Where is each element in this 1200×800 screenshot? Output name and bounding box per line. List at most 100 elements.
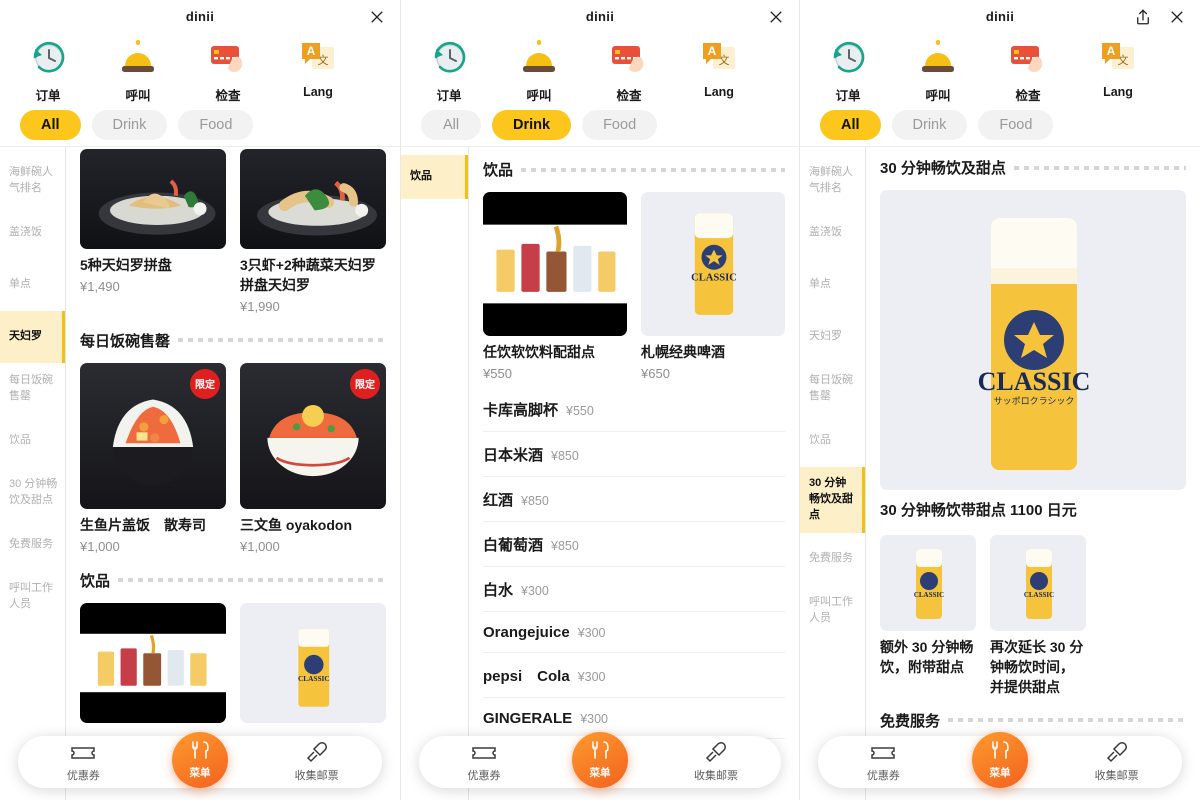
close-icon[interactable] — [1168, 8, 1186, 26]
list-item[interactable]: 白水 ¥300 — [483, 567, 785, 612]
list-item[interactable]: 红酒 ¥850 — [483, 477, 785, 522]
list-item-price: ¥300 — [577, 669, 606, 684]
nav-coupon[interactable]: 优惠券 — [841, 742, 925, 783]
filter-pill-drink[interactable]: Drink — [492, 110, 572, 140]
quick-action-call[interactable]: 呼叫 — [110, 35, 166, 104]
sidebar-item-1[interactable]: 盖浇饭 — [0, 207, 65, 259]
hero-beer-photo[interactable]: CLASSIC サッポロクラシック — [880, 190, 1186, 490]
nav-stamp[interactable]: 收集邮票 — [1075, 741, 1159, 783]
sidebar-item-8[interactable]: 呼叫工作人员 — [800, 585, 865, 637]
sidebar-item-6[interactable]: 30 分钟畅饮及甜点 — [800, 467, 865, 533]
list-item-price: ¥300 — [580, 711, 608, 726]
quick-action-lang[interactable]: 文A Lang — [1090, 35, 1146, 99]
filter-pill-drink[interactable]: Drink — [91, 110, 168, 140]
quick-action-call[interactable]: 呼叫 — [910, 35, 966, 104]
menu-scroll-area[interactable]: 饮品 任饮软饮料配甜点 ¥550 CLASSIC 札幌经典啤酒 ¥650 卡库高… — [469, 147, 799, 800]
menu-card[interactable]: 限定 三文鱼 oyakodon ¥1,000 — [240, 362, 386, 554]
sidebar-item-4[interactable]: 每日饭碗售罄 — [800, 363, 865, 415]
nav-menu[interactable]: 菜单 — [971, 732, 1028, 788]
nav-menu[interactable]: 菜单 — [572, 732, 628, 788]
quick-action-order-label: 订单 — [436, 89, 462, 103]
sidebar-item-0[interactable]: 海鲜碗人气排名 — [0, 155, 65, 207]
drinks-grid-preview: CLASSIC — [80, 602, 386, 723]
menu-card[interactable]: CLASSIC 札幌经典啤酒 ¥650 — [641, 192, 785, 381]
menu-card[interactable]: 3只虾+2种蔬菜天妇罗拼盘天妇罗 ¥1,990 — [240, 149, 386, 314]
nav-stamp[interactable]: 收集邮票 — [275, 741, 359, 783]
nav-coupon[interactable]: 优惠券 — [41, 742, 125, 783]
filter-pill-all[interactable]: All — [421, 110, 481, 140]
sidebar-item-drinks[interactable]: 饮品 — [401, 155, 468, 199]
sidebar-item-0[interactable]: 海鲜碗人气排名 — [800, 155, 865, 207]
menu-card[interactable]: 任饮软饮料配甜点 ¥550 — [483, 192, 627, 381]
menu-card[interactable]: CLASSIC — [240, 602, 386, 723]
sidebar-item-7[interactable]: 免费服务 — [800, 533, 865, 585]
svg-text:CLASSIC: CLASSIC — [691, 272, 737, 283]
menu-card[interactable]: 限定 生鱼片盖饭 散寿司 ¥1,000 — [80, 362, 226, 554]
nav-stamp-label: 收集邮票 — [694, 769, 738, 782]
list-item-price: ¥300 — [577, 625, 606, 640]
quick-action-check[interactable]: 检查 — [200, 35, 256, 104]
sidebar-item-8[interactable]: 呼叫工作人员 — [0, 571, 65, 623]
titlebar: dinii — [0, 0, 400, 33]
nav-menu[interactable]: 菜单 — [171, 732, 228, 788]
sidebar-item-4[interactable]: 每日饭碗售罄 — [0, 363, 65, 415]
section-title: 每日饭碗售罄 — [80, 332, 171, 350]
quick-action-order[interactable]: 订单 — [820, 35, 876, 104]
app-title: dinii — [585, 9, 615, 24]
beer-photo: CLASSIC — [240, 602, 386, 723]
sidebar-item-7[interactable]: 免费服务 — [0, 519, 65, 571]
sidebar-item-6[interactable]: 30 分钟畅饮及甜点 — [0, 467, 65, 519]
quick-action-order[interactable]: 订单 — [20, 35, 76, 104]
category-sidebar[interactable]: 饮品 — [401, 147, 469, 800]
section-dotted-rule — [1013, 165, 1186, 170]
svg-text:CLASSIC: CLASSIC — [914, 591, 944, 599]
list-item[interactable]: 白葡萄酒 ¥850 — [483, 522, 785, 567]
list-item[interactable]: 日本米酒 ¥850 — [483, 432, 785, 477]
service-bell-icon — [517, 35, 561, 79]
nav-stamp[interactable]: 收集邮票 — [674, 741, 758, 783]
share-icon[interactable] — [1134, 8, 1152, 26]
filter-pill-food[interactable]: Food — [178, 110, 254, 140]
quick-action-check[interactable]: 检查 — [1000, 35, 1056, 104]
close-icon[interactable] — [368, 8, 386, 26]
sidebar-item-5[interactable]: 饮品 — [800, 415, 865, 467]
section-header-drinks: 饮品 — [483, 147, 785, 192]
quick-action-call-label: 呼叫 — [526, 89, 552, 103]
filter-pill-food[interactable]: Food — [582, 110, 658, 140]
list-item-name: 白水 — [483, 581, 514, 599]
category-sidebar[interactable]: 海鲜碗人气排名 盖浇饭 单点 天妇罗 每日饭碗售罄 饮品 30 分钟畅饮及甜点 … — [800, 147, 866, 800]
close-icon[interactable] — [767, 8, 785, 26]
list-item[interactable]: pepsi Cola ¥300 — [483, 653, 785, 698]
menu-scroll-area[interactable]: 5种天妇罗拼盘 ¥1,490 3只虾+2种蔬菜天妇罗拼盘天妇罗 ¥1,990 每… — [66, 147, 400, 800]
nav-coupon[interactable]: 优惠券 — [442, 742, 526, 783]
sidebar-item-5[interactable]: 饮品 — [0, 415, 65, 467]
translate-icon: 文A — [697, 35, 741, 79]
quick-action-check[interactable]: 检查 — [601, 35, 657, 104]
sidebar-item-3[interactable]: 天妇罗 — [800, 311, 865, 363]
svg-text:A: A — [307, 44, 316, 58]
quick-action-order[interactable]: 订单 — [421, 35, 477, 104]
sidebar-item-2[interactable]: 单点 — [800, 259, 865, 311]
menu-card-price: ¥1,490 — [80, 278, 120, 294]
sidebar-item-2[interactable]: 单点 — [0, 259, 65, 311]
menu-card[interactable]: CLASSIC 再次延长 30 分钟畅饮时间，并提供甜点 — [990, 535, 1086, 698]
menu-scroll-area[interactable]: 30 分钟畅饮及甜点 CLASSIC サッポロクラシック 30 分钟畅饮带甜点 1… — [866, 147, 1200, 800]
menu-card[interactable] — [80, 602, 226, 723]
menu-card[interactable]: CLASSIC 额外 30 分钟畅饮，附带甜点 — [880, 535, 976, 698]
ticket-icon — [471, 742, 497, 764]
bottom-navigation: 优惠券 菜单 收集邮票 — [818, 732, 1182, 788]
category-sidebar[interactable]: 海鲜碗人气排名 盖浇饭 单点 天妇罗 每日饭碗售罄 饮品 30 分钟畅饮及甜点 … — [0, 147, 66, 800]
filter-pill-food[interactable]: Food — [978, 110, 1054, 140]
quick-action-lang[interactable]: 文A Lang — [290, 35, 346, 99]
quick-action-lang[interactable]: 文A Lang — [691, 35, 747, 99]
filter-pill-drink[interactable]: Drink — [891, 110, 968, 140]
list-item[interactable]: GINGERALE ¥300 — [483, 698, 785, 739]
list-item[interactable]: Orangejuice ¥300 — [483, 612, 785, 653]
sidebar-item-1[interactable]: 盖浇饭 — [800, 207, 865, 259]
sidebar-item-3[interactable]: 天妇罗 — [0, 311, 65, 363]
filter-pill-all[interactable]: All — [820, 110, 881, 140]
quick-action-call[interactable]: 呼叫 — [511, 35, 567, 104]
filter-pill-all[interactable]: All — [20, 110, 81, 140]
list-item[interactable]: 卡库高脚杯 ¥550 — [483, 387, 785, 432]
menu-card[interactable]: 5种天妇罗拼盘 ¥1,490 — [80, 149, 226, 314]
